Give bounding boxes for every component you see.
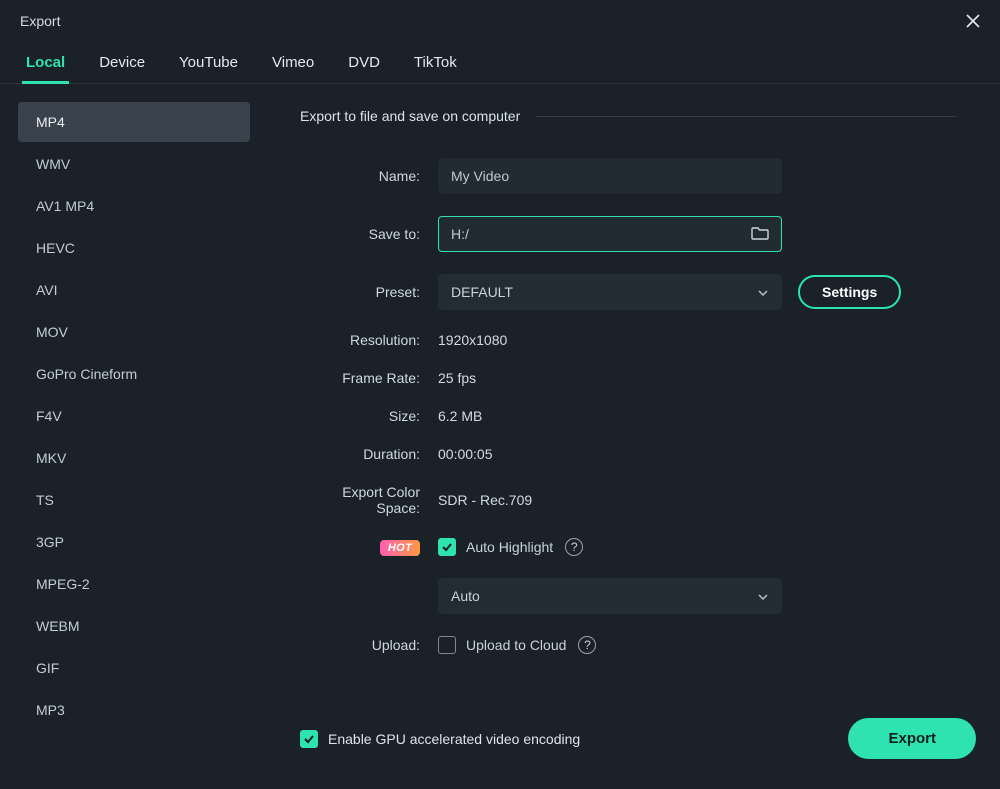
format-mkv[interactable]: MKV (18, 438, 250, 478)
label-resolution: Resolution: (300, 332, 420, 348)
format-hevc[interactable]: HEVC (18, 228, 250, 268)
tab-youtube[interactable]: YouTube (175, 44, 242, 83)
section-header: Export to file and save on computer (300, 108, 956, 124)
value-resolution: 1920x1080 (438, 332, 507, 348)
format-f4v[interactable]: F4V (18, 396, 250, 436)
gpu-checkbox[interactable] (300, 730, 318, 748)
save-to-input[interactable]: H:/ (438, 216, 782, 252)
label-frame-rate: Frame Rate: (300, 370, 420, 386)
name-input[interactable]: My Video (438, 158, 782, 194)
chevron-down-icon (757, 284, 769, 300)
label-color-space: Export Color Space: (300, 484, 420, 516)
format-mpeg2[interactable]: MPEG-2 (18, 564, 250, 604)
format-ts[interactable]: TS (18, 480, 250, 520)
label-name: Name: (300, 168, 420, 184)
tab-dvd[interactable]: DVD (344, 44, 384, 83)
label-size: Size: (300, 408, 420, 424)
format-3gp[interactable]: 3GP (18, 522, 250, 562)
upload-cloud-label: Upload to Cloud (466, 637, 566, 653)
value-duration: 00:00:05 (438, 446, 493, 462)
value-size: 6.2 MB (438, 408, 482, 424)
tab-vimeo[interactable]: Vimeo (268, 44, 318, 83)
tab-device[interactable]: Device (95, 44, 149, 83)
window-title: Export (20, 13, 60, 29)
format-mov[interactable]: MOV (18, 312, 250, 352)
format-mp3[interactable]: MP3 (18, 690, 250, 730)
value-frame-rate: 25 fps (438, 370, 476, 386)
auto-highlight-mode-select[interactable]: Auto (438, 578, 782, 614)
export-button[interactable]: Export (848, 718, 976, 759)
auto-highlight-checkbox[interactable] (438, 538, 456, 556)
section-title: Export to file and save on computer (300, 108, 520, 124)
tab-local[interactable]: Local (22, 44, 69, 83)
tab-tiktok[interactable]: TikTok (410, 44, 461, 83)
chevron-down-icon (757, 588, 769, 604)
export-tabs: Local Device YouTube Vimeo DVD TikTok (0, 38, 1000, 84)
gpu-label: Enable GPU accelerated video encoding (328, 731, 580, 747)
preset-select[interactable]: DEFAULT (438, 274, 782, 310)
title-bar: Export (0, 0, 1000, 38)
value-color-space: SDR - Rec.709 (438, 492, 532, 508)
format-wmv[interactable]: WMV (18, 144, 250, 184)
settings-button[interactable]: Settings (798, 275, 901, 309)
label-preset: Preset: (300, 284, 420, 300)
label-upload: Upload: (300, 637, 420, 653)
hot-badge: HOT (380, 540, 420, 556)
format-gopro-cineform[interactable]: GoPro Cineform (18, 354, 250, 394)
export-form: Export to file and save on computer Name… (250, 84, 1000, 783)
upload-cloud-checkbox[interactable] (438, 636, 456, 654)
close-icon[interactable] (962, 10, 984, 32)
format-gif[interactable]: GIF (18, 648, 250, 688)
label-duration: Duration: (300, 446, 420, 462)
format-webm[interactable]: WEBM (18, 606, 250, 646)
browse-folder-icon[interactable] (751, 225, 769, 244)
auto-highlight-label: Auto Highlight (466, 539, 553, 555)
format-avi[interactable]: AVI (18, 270, 250, 310)
help-icon[interactable]: ? (578, 636, 596, 654)
format-mp4[interactable]: MP4 (18, 102, 250, 142)
label-save-to: Save to: (300, 226, 420, 242)
format-av1-mp4[interactable]: AV1 MP4 (18, 186, 250, 226)
format-sidebar: MP4 WMV AV1 MP4 HEVC AVI MOV GoPro Cinef… (0, 84, 250, 783)
help-icon[interactable]: ? (565, 538, 583, 556)
